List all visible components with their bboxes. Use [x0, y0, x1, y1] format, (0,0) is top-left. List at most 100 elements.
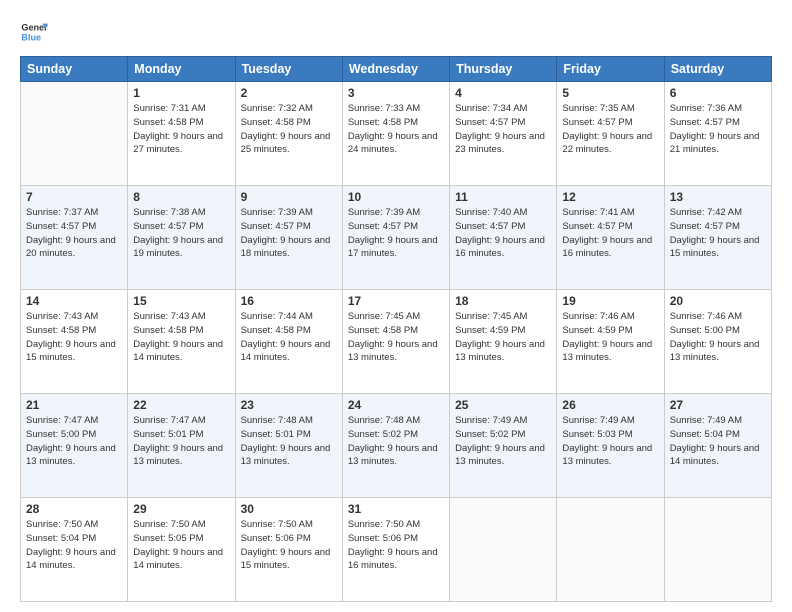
day-number: 24 — [348, 398, 444, 412]
calendar-cell-w1-d7: 6Sunrise: 7:36 AMSunset: 4:57 PMDaylight… — [664, 82, 771, 186]
calendar-cell-w2-d1: 7 Sunrise: 7:37 AMSunset: 4:57 PMDaylight… — [21, 186, 128, 290]
day-info: Sunrise: 7:50 AMSunset: 5:05 PMDaylight:… — [133, 518, 229, 573]
calendar-cell-w5-d3: 30 Sunrise: 7:50 AMSunset: 5:06 PMDayligh… — [235, 498, 342, 602]
day-info: Sunrise: 7:37 AMSunset: 4:57 PMDaylight:… — [26, 206, 122, 261]
calendar-cell-w1-d3: 2 Sunrise: 7:32 AMSunset: 4:58 PMDaylight… — [235, 82, 342, 186]
day-number: 26 — [562, 398, 658, 412]
calendar-cell-w4-d7: 27 Sunrise: 7:49 AMSunset: 5:04 PMDayligh… — [664, 394, 771, 498]
calendar-cell-w3-d7: 20 Sunrise: 7:46 AMSunset: 5:00 PMDayligh… — [664, 290, 771, 394]
day-number: 20 — [670, 294, 766, 308]
day-number: 28 — [26, 502, 122, 516]
week-row-3: 14 Sunrise: 7:43 AMSunset: 4:58 PMDayligh… — [21, 290, 772, 394]
calendar-cell-w4-d6: 26Sunrise: 7:49 AMSunset: 5:03 PMDayligh… — [557, 394, 664, 498]
day-number: 14 — [26, 294, 122, 308]
day-info: Sunrise: 7:39 AMSunset: 4:57 PMDaylight:… — [241, 206, 337, 261]
day-info: Sunrise: 7:33 AMSunset: 4:58 PMDaylight:… — [348, 102, 444, 157]
calendar-cell-w1-d6: 5 Sunrise: 7:35 AMSunset: 4:57 PMDaylight… — [557, 82, 664, 186]
calendar-cell-w4-d5: 25 Sunrise: 7:49 AMSunset: 5:02 PMDayligh… — [450, 394, 557, 498]
week-row-5: 28 Sunrise: 7:50 AMSunset: 5:04 PMDayligh… — [21, 498, 772, 602]
calendar-cell-w2-d7: 13 Sunrise: 7:42 AMSunset: 4:57 PMDayligh… — [664, 186, 771, 290]
day-info: Sunrise: 7:46 AMSunset: 4:59 PMDaylight:… — [562, 310, 658, 365]
day-number: 2 — [241, 86, 337, 100]
day-number: 9 — [241, 190, 337, 204]
day-number: 29 — [133, 502, 229, 516]
day-info: Sunrise: 7:49 AMSunset: 5:02 PMDaylight:… — [455, 414, 551, 469]
day-info: Sunrise: 7:49 AMSunset: 5:04 PMDaylight:… — [670, 414, 766, 469]
calendar-cell-w2-d6: 12Sunrise: 7:41 AMSunset: 4:57 PMDayligh… — [557, 186, 664, 290]
day-info: Sunrise: 7:48 AMSunset: 5:01 PMDaylight:… — [241, 414, 337, 469]
day-number: 13 — [670, 190, 766, 204]
calendar-cell-w5-d7 — [664, 498, 771, 602]
day-info: Sunrise: 7:47 AMSunset: 5:00 PMDaylight:… — [26, 414, 122, 469]
day-info: Sunrise: 7:45 AMSunset: 4:58 PMDaylight:… — [348, 310, 444, 365]
day-info: Sunrise: 7:31 AMSunset: 4:58 PMDaylight:… — [133, 102, 229, 157]
logo-icon: General Blue — [20, 18, 48, 46]
day-number: 4 — [455, 86, 551, 100]
day-info: Sunrise: 7:41 AMSunset: 4:57 PMDaylight:… — [562, 206, 658, 261]
weekday-friday: Friday — [557, 57, 664, 82]
calendar-cell-w5-d2: 29 Sunrise: 7:50 AMSunset: 5:05 PMDayligh… — [128, 498, 235, 602]
day-number: 22 — [133, 398, 229, 412]
calendar-cell-w5-d6 — [557, 498, 664, 602]
day-number: 21 — [26, 398, 122, 412]
calendar-cell-w4-d3: 23Sunrise: 7:48 AMSunset: 5:01 PMDayligh… — [235, 394, 342, 498]
week-row-4: 21 Sunrise: 7:47 AMSunset: 5:00 PMDayligh… — [21, 394, 772, 498]
header: General Blue — [20, 18, 772, 46]
weekday-saturday: Saturday — [664, 57, 771, 82]
day-number: 10 — [348, 190, 444, 204]
day-number: 15 — [133, 294, 229, 308]
calendar-cell-w1-d4: 3 Sunrise: 7:33 AMSunset: 4:58 PMDaylight… — [342, 82, 449, 186]
calendar-cell-w3-d1: 14 Sunrise: 7:43 AMSunset: 4:58 PMDayligh… — [21, 290, 128, 394]
day-number: 1 — [133, 86, 229, 100]
calendar-table: SundayMondayTuesdayWednesdayThursdayFrid… — [20, 56, 772, 602]
week-row-2: 7 Sunrise: 7:37 AMSunset: 4:57 PMDaylight… — [21, 186, 772, 290]
day-info: Sunrise: 7:39 AMSunset: 4:57 PMDaylight:… — [348, 206, 444, 261]
day-number: 17 — [348, 294, 444, 308]
day-number: 27 — [670, 398, 766, 412]
calendar-cell-w5-d4: 31Sunrise: 7:50 AMSunset: 5:06 PMDayligh… — [342, 498, 449, 602]
calendar-cell-w5-d5 — [450, 498, 557, 602]
day-info: Sunrise: 7:34 AMSunset: 4:57 PMDaylight:… — [455, 102, 551, 157]
weekday-monday: Monday — [128, 57, 235, 82]
day-info: Sunrise: 7:50 AMSunset: 5:04 PMDaylight:… — [26, 518, 122, 573]
calendar-cell-w2-d3: 9 Sunrise: 7:39 AMSunset: 4:57 PMDaylight… — [235, 186, 342, 290]
day-number: 25 — [455, 398, 551, 412]
day-number: 8 — [133, 190, 229, 204]
weekday-thursday: Thursday — [450, 57, 557, 82]
page: General Blue SundayMondayTuesdayWednesda… — [0, 0, 792, 612]
day-info: Sunrise: 7:35 AMSunset: 4:57 PMDaylight:… — [562, 102, 658, 157]
calendar-cell-w4-d4: 24Sunrise: 7:48 AMSunset: 5:02 PMDayligh… — [342, 394, 449, 498]
week-row-1: 1 Sunrise: 7:31 AMSunset: 4:58 PMDaylight… — [21, 82, 772, 186]
day-info: Sunrise: 7:38 AMSunset: 4:57 PMDaylight:… — [133, 206, 229, 261]
day-number: 19 — [562, 294, 658, 308]
day-number: 3 — [348, 86, 444, 100]
weekday-tuesday: Tuesday — [235, 57, 342, 82]
calendar-cell-w1-d5: 4 Sunrise: 7:34 AMSunset: 4:57 PMDaylight… — [450, 82, 557, 186]
calendar-cell-w3-d3: 16Sunrise: 7:44 AMSunset: 4:58 PMDayligh… — [235, 290, 342, 394]
day-number: 30 — [241, 502, 337, 516]
calendar-cell-w3-d4: 17 Sunrise: 7:45 AMSunset: 4:58 PMDayligh… — [342, 290, 449, 394]
calendar-cell-w3-d6: 19 Sunrise: 7:46 AMSunset: 4:59 PMDayligh… — [557, 290, 664, 394]
day-info: Sunrise: 7:47 AMSunset: 5:01 PMDaylight:… — [133, 414, 229, 469]
day-info: Sunrise: 7:43 AMSunset: 4:58 PMDaylight:… — [26, 310, 122, 365]
weekday-header-row: SundayMondayTuesdayWednesdayThursdayFrid… — [21, 57, 772, 82]
calendar-cell-w3-d2: 15Sunrise: 7:43 AMSunset: 4:58 PMDayligh… — [128, 290, 235, 394]
calendar-cell-w1-d1 — [21, 82, 128, 186]
day-info: Sunrise: 7:46 AMSunset: 5:00 PMDaylight:… — [670, 310, 766, 365]
calendar-cell-w4-d2: 22 Sunrise: 7:47 AMSunset: 5:01 PMDayligh… — [128, 394, 235, 498]
calendar-cell-w3-d5: 18Sunrise: 7:45 AMSunset: 4:59 PMDayligh… — [450, 290, 557, 394]
day-info: Sunrise: 7:42 AMSunset: 4:57 PMDaylight:… — [670, 206, 766, 261]
logo: General Blue — [20, 18, 48, 46]
day-info: Sunrise: 7:45 AMSunset: 4:59 PMDaylight:… — [455, 310, 551, 365]
weekday-wednesday: Wednesday — [342, 57, 449, 82]
day-info: Sunrise: 7:44 AMSunset: 4:58 PMDaylight:… — [241, 310, 337, 365]
svg-text:Blue: Blue — [21, 32, 41, 42]
calendar-cell-w2-d2: 8 Sunrise: 7:38 AMSunset: 4:57 PMDaylight… — [128, 186, 235, 290]
day-info: Sunrise: 7:50 AMSunset: 5:06 PMDaylight:… — [241, 518, 337, 573]
calendar-cell-w5-d1: 28 Sunrise: 7:50 AMSunset: 5:04 PMDayligh… — [21, 498, 128, 602]
day-info: Sunrise: 7:32 AMSunset: 4:58 PMDaylight:… — [241, 102, 337, 157]
day-number: 7 — [26, 190, 122, 204]
weekday-sunday: Sunday — [21, 57, 128, 82]
day-number: 6 — [670, 86, 766, 100]
day-number: 5 — [562, 86, 658, 100]
